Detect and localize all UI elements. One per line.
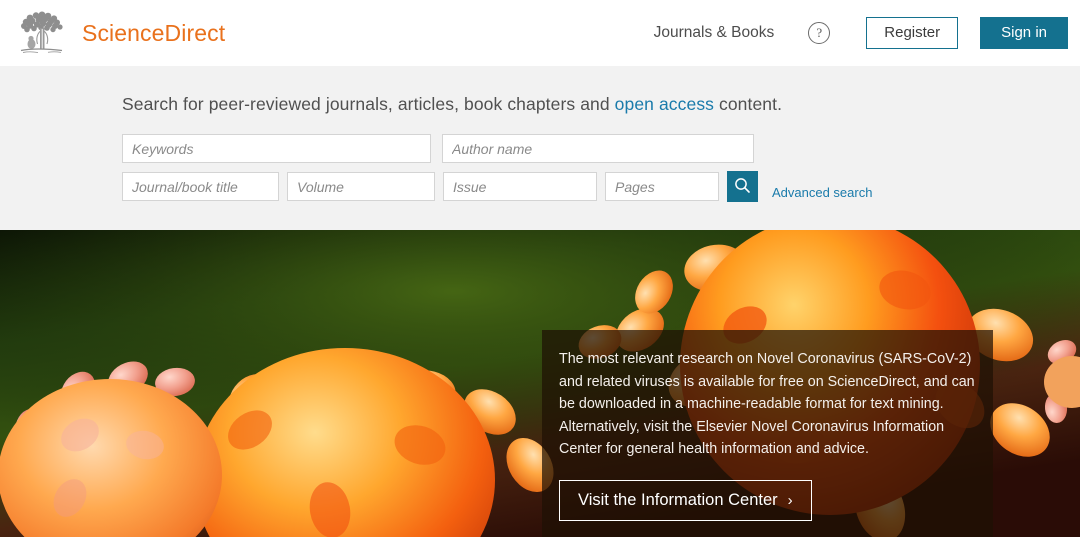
visit-information-center-label: Visit the Information Center — [578, 490, 778, 509]
tagline-text-before: Search for peer-reviewed journals, artic… — [122, 94, 615, 114]
volume-input[interactable] — [287, 172, 435, 201]
sign-in-button[interactable]: Sign in — [980, 17, 1068, 49]
header-nav: Journals & Books ? Register Sign in — [654, 0, 1068, 66]
author-name-input[interactable] — [442, 134, 754, 163]
search-panel: Search for peer-reviewed journals, artic… — [0, 66, 1080, 230]
chevron-right-icon: › — [787, 491, 793, 509]
nav-journals-and-books[interactable]: Journals & Books — [654, 24, 775, 42]
site-header: ScienceDirect Journals & Books ? Registe… — [0, 0, 1080, 66]
coronavirus-info-card: The most relevant research on Novel Coro… — [542, 330, 993, 537]
search-row-primary — [122, 134, 1080, 163]
search-tagline: Search for peer-reviewed journals, artic… — [122, 66, 1080, 115]
search-row-secondary: Advanced search — [122, 171, 1080, 202]
magnifier-icon — [734, 177, 751, 197]
info-card-body: The most relevant research on Novel Coro… — [559, 351, 975, 458]
keywords-input[interactable] — [122, 134, 431, 163]
hero-banner: The most relevant research on Novel Coro… — [0, 230, 1080, 537]
visit-information-center-button[interactable]: Visit the Information Center › — [559, 479, 812, 521]
elsevier-tree-logo-icon — [16, 9, 68, 57]
journal-book-title-input[interactable] — [122, 172, 279, 201]
advanced-search-link[interactable]: Advanced search — [772, 185, 872, 202]
register-button[interactable]: Register — [866, 17, 959, 49]
tagline-text-after: content. — [714, 94, 783, 114]
open-access-link[interactable]: open access — [615, 94, 714, 114]
pages-input[interactable] — [605, 172, 719, 201]
search-submit-button[interactable] — [727, 171, 758, 202]
brand-link[interactable]: ScienceDirect — [16, 9, 225, 57]
help-circle-icon[interactable]: ? — [808, 22, 831, 44]
issue-input[interactable] — [443, 172, 597, 201]
brand-wordmark: ScienceDirect — [82, 19, 226, 46]
